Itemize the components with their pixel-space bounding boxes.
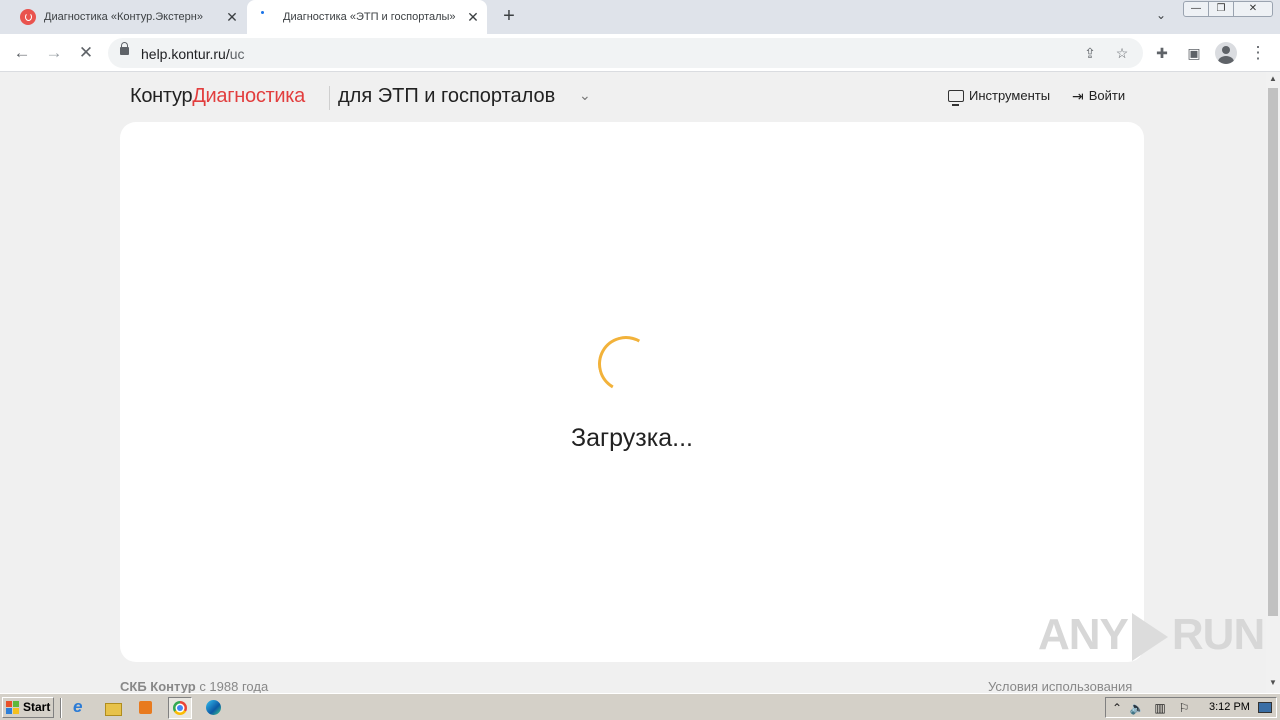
show-desktop-icon[interactable] — [1258, 702, 1272, 713]
footer-copyright: СКБ Контур с 1988 года — [120, 679, 269, 693]
terms-of-use-link[interactable]: Условия использования — [988, 679, 1132, 693]
tab-search-icon[interactable]: ⌄ — [1151, 8, 1171, 26]
media-player-icon[interactable] — [134, 697, 158, 719]
login-icon: ⇥ — [1072, 87, 1084, 104]
tab-title: Диагностика «ЭТП и госпорталы» — [283, 11, 456, 23]
network-icon[interactable]: ▥ — [1152, 700, 1168, 716]
vertical-scrollbar[interactable]: ▲ ▼ — [1266, 72, 1280, 693]
windows-taskbar: Start ⌃ 🔈 ▥ ⚐ 3:12 PM — [0, 693, 1280, 720]
internet-explorer-icon[interactable] — [68, 697, 92, 719]
profile-avatar-icon[interactable] — [1215, 42, 1237, 64]
page-viewport: КонтурДиагностика для ЭТП и госпорталов … — [0, 72, 1266, 693]
tab-kontur-extern[interactable]: Диагностика «Контур.Экстерн» ✕ — [8, 0, 246, 34]
browser-menu-icon[interactable]: ⋮ — [1247, 42, 1269, 64]
kontur-favicon-icon — [20, 9, 36, 25]
lock-icon[interactable] — [120, 42, 129, 55]
tools-label: Инструменты — [969, 88, 1051, 103]
tab-title: Диагностика «Контур.Экстерн» — [44, 11, 203, 23]
volume-icon[interactable]: 🔈 — [1129, 700, 1145, 716]
file-explorer-icon[interactable] — [101, 697, 125, 719]
address-bar[interactable]: help.kontur.ru/uc ⇪ ☆ — [108, 38, 1143, 68]
taskbar-separator — [60, 698, 62, 718]
tab-close-icon[interactable]: ✕ — [224, 9, 240, 25]
content-card: Загрузка... — [120, 122, 1144, 662]
scroll-down-arrow-icon[interactable]: ▼ — [1266, 678, 1280, 690]
tools-link[interactable]: Инструменты — [948, 88, 1051, 106]
tab-close-icon[interactable]: ✕ — [465, 9, 481, 25]
edge-icon[interactable] — [202, 697, 226, 719]
url-text[interactable]: help.kontur.ru/uc — [141, 46, 245, 62]
chevron-down-icon[interactable]: ⌄ — [579, 87, 591, 104]
window-maximize-button[interactable]: ❐ — [1208, 1, 1234, 17]
kontur-diagnostika-logo[interactable]: КонтурДиагностика — [130, 85, 305, 108]
tab-etp-gosportaly[interactable]: Диагностика «ЭТП и госпорталы» ✕ — [247, 0, 487, 34]
start-button[interactable]: Start — [2, 697, 54, 718]
loading-favicon-icon — [259, 9, 275, 25]
new-tab-button[interactable]: + — [499, 6, 519, 27]
window-minimize-button[interactable]: — — [1183, 1, 1209, 17]
product-selector[interactable]: для ЭТП и госпорталов — [338, 85, 555, 108]
tab-strip: Диагностика «Контур.Экстерн» ✕ Диагности… — [0, 0, 1280, 34]
back-arrow-icon[interactable]: ← — [11, 42, 33, 64]
share-icon[interactable]: ⇪ — [1080, 43, 1100, 63]
tray-expand-icon[interactable]: ⌃ — [1109, 700, 1125, 716]
forward-arrow-icon[interactable]: → — [43, 42, 65, 64]
bookmark-star-icon[interactable]: ☆ — [1112, 43, 1132, 63]
loading-text: Загрузка... — [571, 424, 693, 452]
scroll-up-arrow-icon[interactable]: ▲ — [1266, 74, 1280, 86]
login-label: Войти — [1088, 88, 1126, 103]
browser-toolbar: ← → ✕ help.kontur.ru/uc ⇪ ☆ ✚ ▣ ⋮ — [0, 34, 1280, 72]
window-close-button[interactable]: ✕ — [1233, 1, 1273, 17]
extensions-puzzle-icon[interactable]: ✚ — [1151, 42, 1173, 64]
action-center-flag-icon[interactable]: ⚐ — [1176, 700, 1192, 716]
windows-logo-icon — [6, 701, 20, 714]
chrome-icon[interactable] — [168, 697, 192, 719]
site-header: КонтурДиагностика для ЭТП и госпорталов … — [0, 72, 1266, 122]
anyrun-watermark: ANY RUN — [1038, 610, 1265, 662]
logo-divider — [329, 86, 330, 110]
side-panel-icon[interactable]: ▣ — [1183, 42, 1205, 64]
monitor-icon — [948, 89, 964, 106]
clock[interactable]: 3:12 PM — [1209, 701, 1250, 713]
system-tray: ⌃ 🔈 ▥ ⚐ 3:12 PM — [1105, 697, 1277, 718]
loading-spinner-icon — [591, 329, 661, 399]
play-triangle-icon — [1131, 613, 1168, 662]
scroll-thumb[interactable] — [1268, 88, 1278, 616]
stop-loading-icon[interactable]: ✕ — [75, 42, 97, 64]
login-link[interactable]: ⇥ Войти — [1072, 88, 1125, 103]
